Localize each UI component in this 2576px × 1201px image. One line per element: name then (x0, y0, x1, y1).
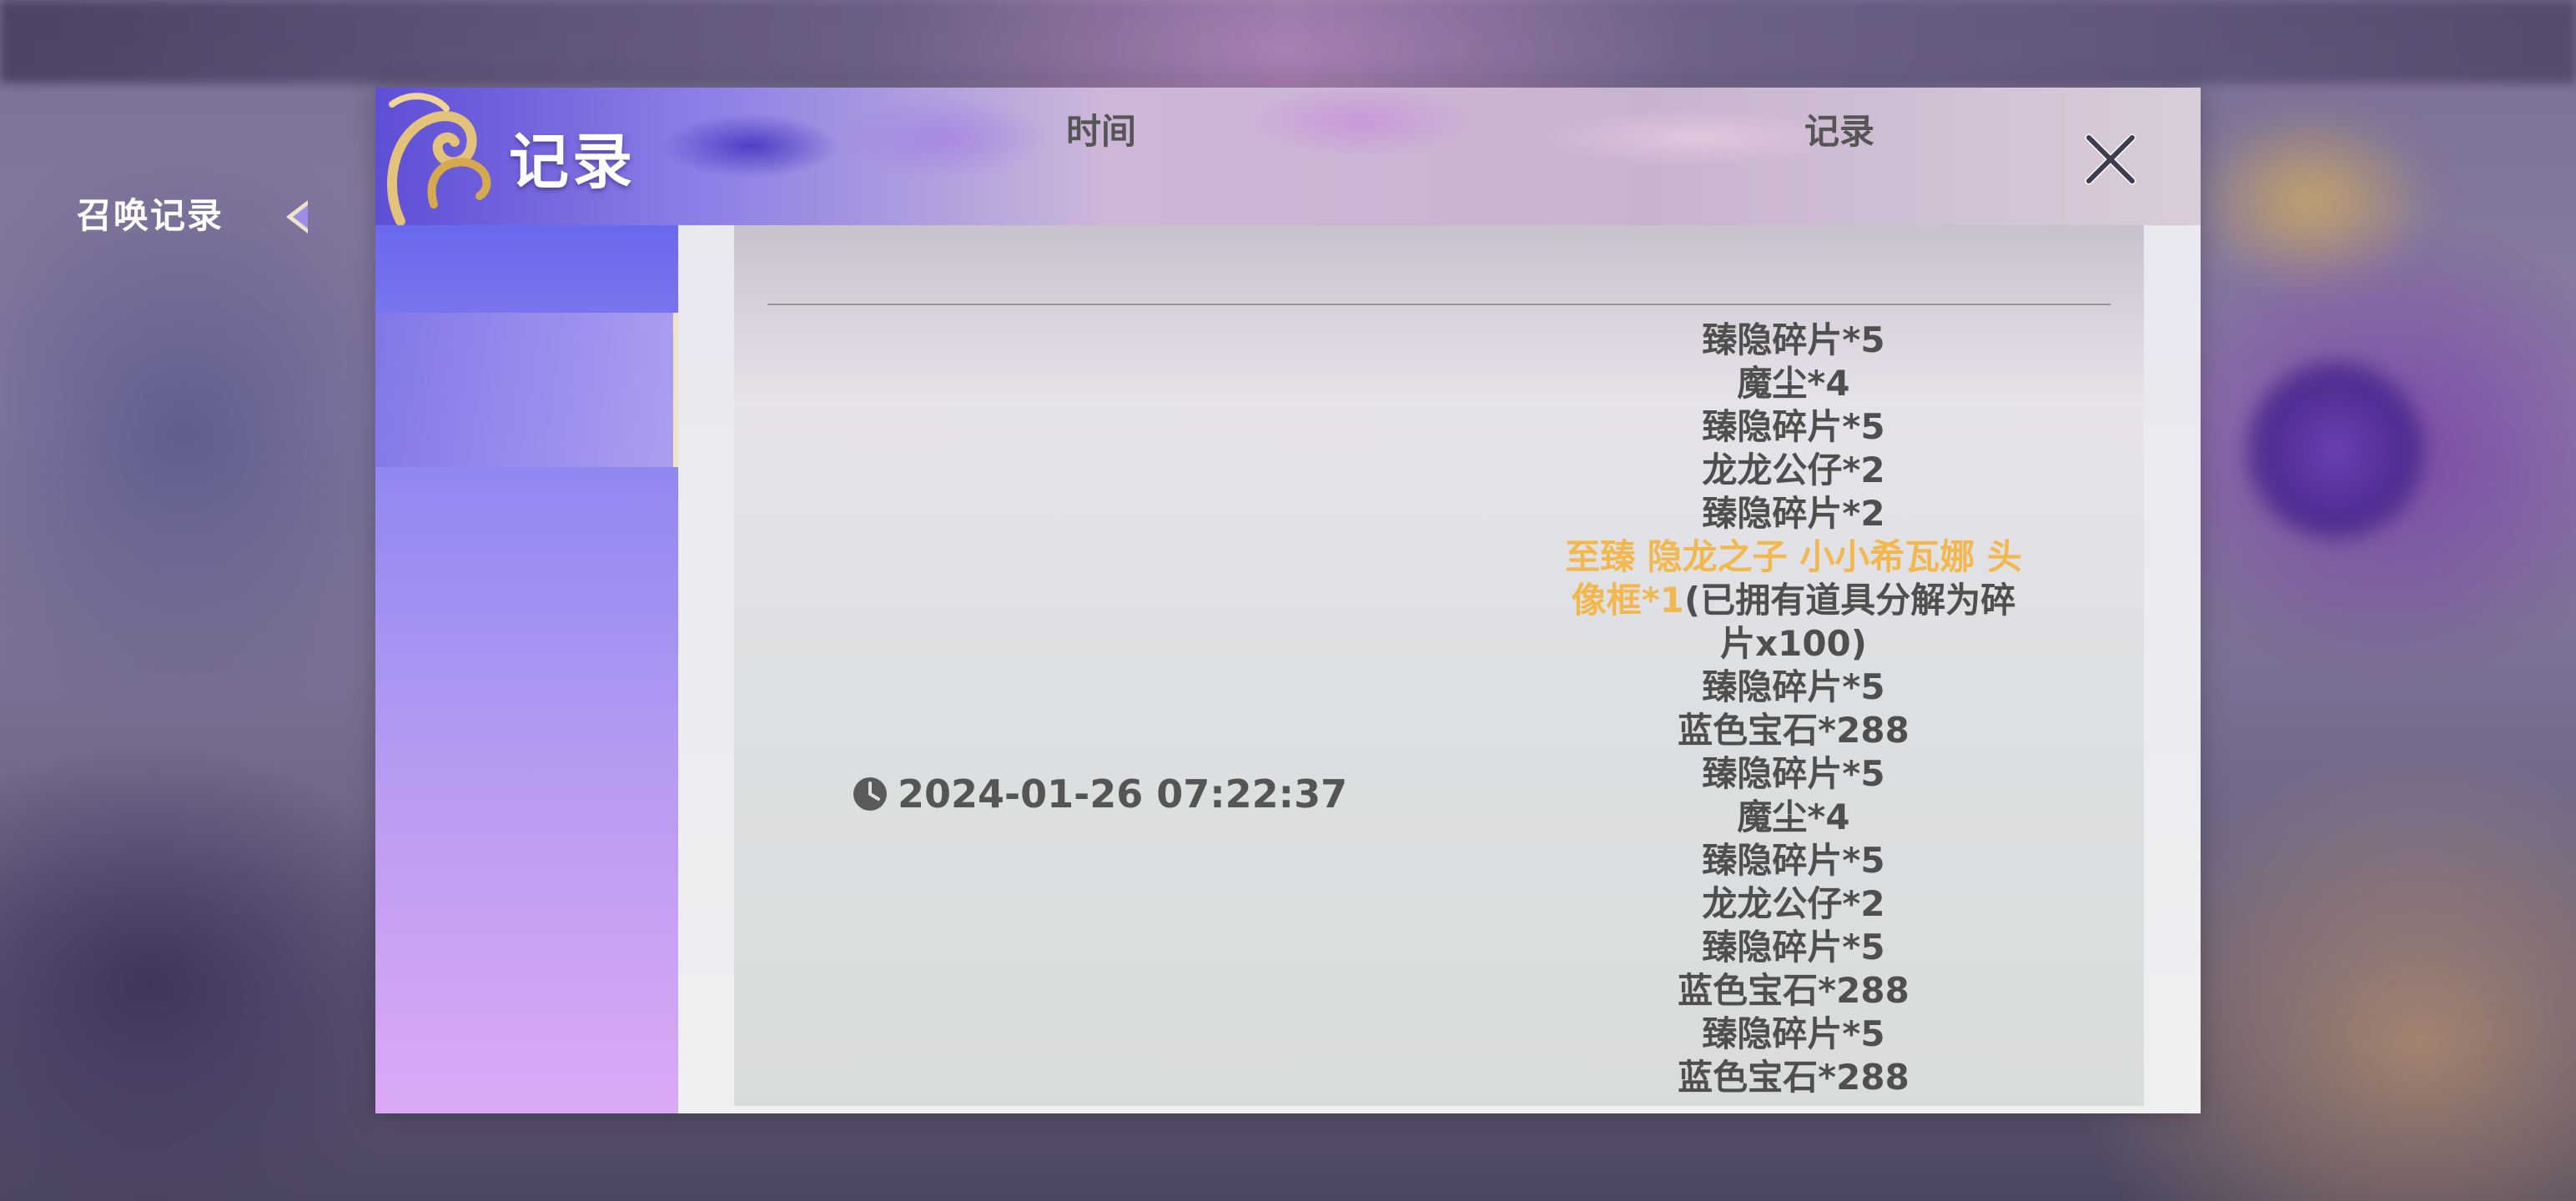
list-item: 魔尘*4 (1737, 363, 1850, 404)
sidebar (375, 225, 678, 1113)
list-item: 蓝色宝石*288 (1678, 710, 1909, 751)
list-item: 魔尘*4 (1737, 796, 1850, 837)
background-title-art (2186, 108, 2436, 292)
column-header-time: 时间 (1066, 111, 1137, 152)
header-divider (767, 304, 2111, 305)
column-header-record: 记录 (1804, 111, 1875, 152)
list-item: 臻隐碎片*5 (1702, 927, 1885, 967)
list-item: 臻隐碎片*5 (1702, 666, 1885, 707)
background-top-bar (0, 0, 2576, 83)
list-item-highlight: 至臻 隐龙之子 小小希瓦娜 头 (1552, 535, 2035, 579)
sidebar-item-label: 召唤记录 (77, 195, 224, 236)
clock-icon (853, 777, 887, 811)
record-time: 2024-01-26 07:22:37 (853, 771, 1347, 817)
list-item: 龙龙公仔*2 (1702, 450, 1885, 490)
close-icon (2085, 133, 2136, 185)
decompose-note: (已拥有道具分解为碎 (1684, 580, 2016, 621)
decompose-note: 片x100) (1720, 623, 1867, 664)
list-item: 龙龙公仔*2 (1702, 883, 1885, 924)
sidebar-item-summon-record[interactable] (375, 313, 678, 467)
record-time-text: 2024-01-26 07:22:37 (898, 771, 1348, 817)
list-item: 臻隐碎片*5 (1702, 1013, 1885, 1054)
list-item: 臻隐碎片*5 (1702, 406, 1885, 447)
list-item: 蓝色宝石*288 (1678, 970, 1909, 1011)
dialog-title: 记录 (509, 127, 636, 197)
golden-swirl-ornament-icon (387, 93, 491, 226)
list-item-highlight: 像框*1(已拥有道具分解为碎 (1552, 579, 2035, 622)
record-list: 臻隐碎片*5 魔尘*4 臻隐碎片*5 龙龙公仔*2 臻隐碎片*2 至臻 隐龙之子… (1552, 319, 2035, 1099)
list-item: 臻隐碎片*5 (1702, 753, 1885, 794)
highlight-item-name: 至臻 隐龙之子 小小希瓦娜 头 (1565, 536, 2022, 577)
close-button[interactable] (2077, 126, 2144, 193)
list-item: 臻隐碎片*5 (1702, 840, 1885, 881)
list-item: 臻隐碎片*2 (1702, 493, 1885, 534)
list-item: 蓝色宝石*288 (1678, 1057, 1909, 1098)
tab-indicator-arrow-icon (286, 200, 308, 234)
list-item: 臻隐碎片*5 (1702, 319, 1885, 360)
highlight-item-name: 像框*1 (1571, 580, 1684, 621)
background-orb (2244, 359, 2428, 542)
header-decoration (626, 96, 893, 196)
